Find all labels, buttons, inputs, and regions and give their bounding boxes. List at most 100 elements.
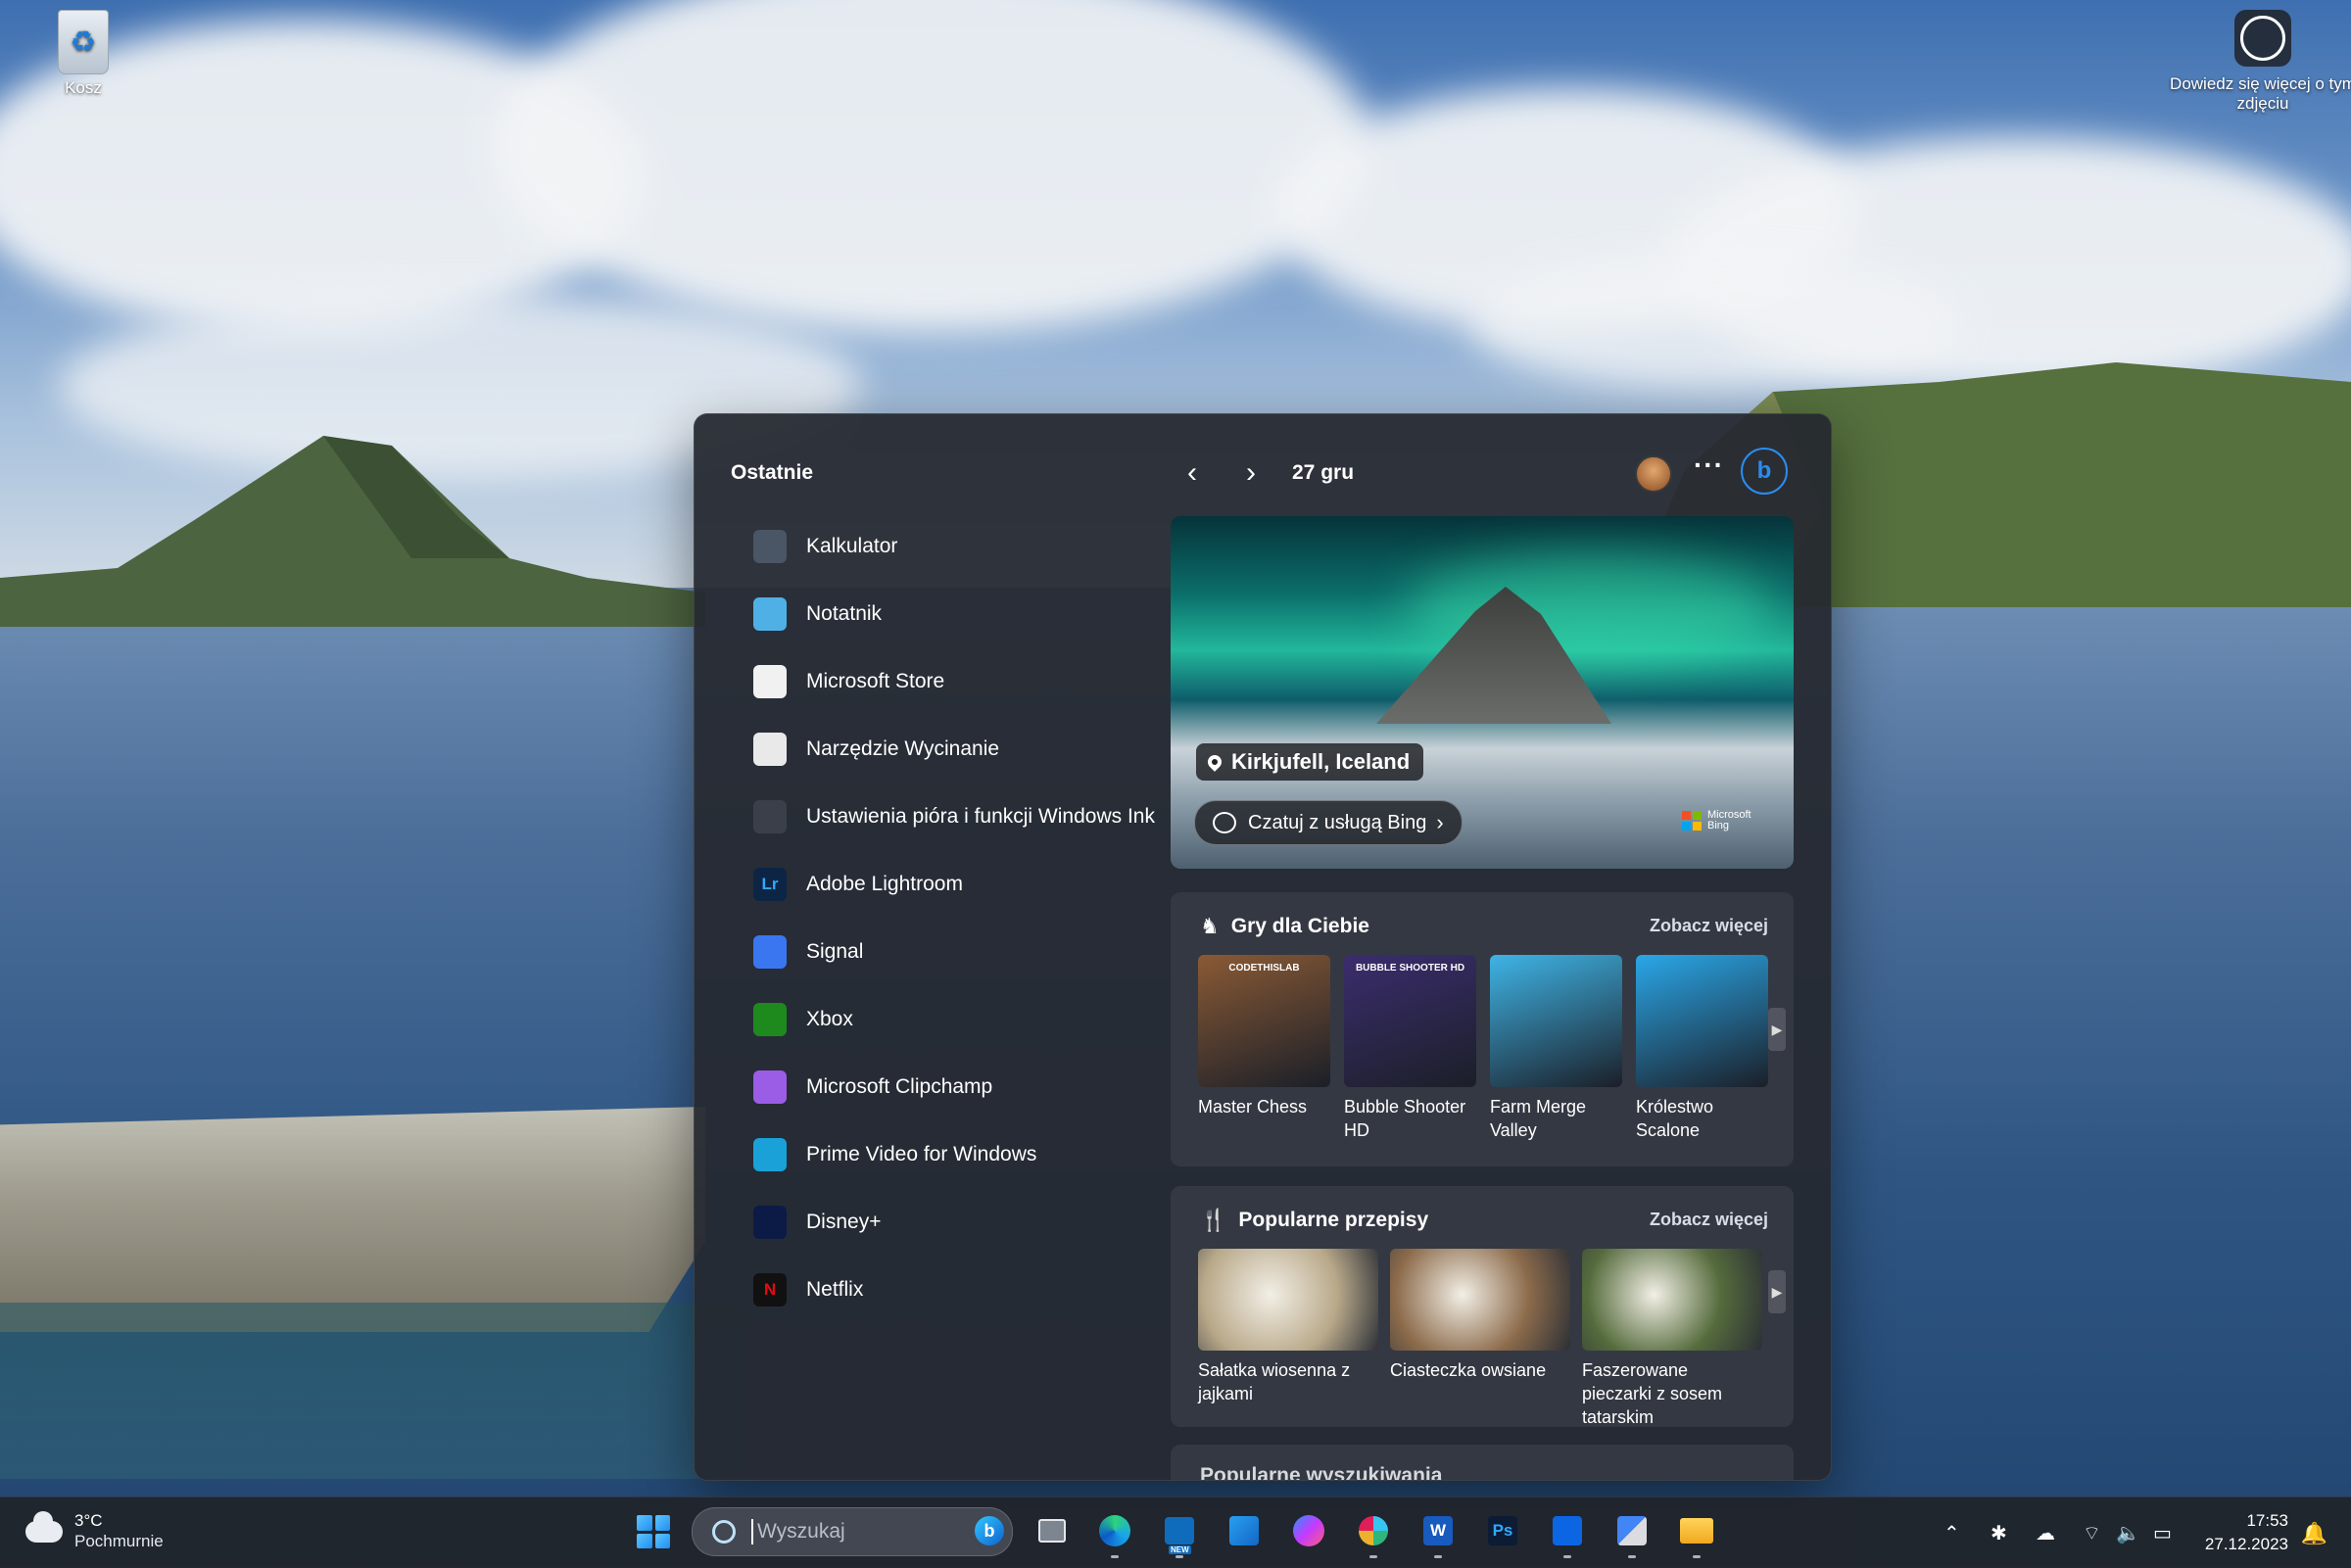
recent-app-label: Disney+	[806, 1210, 882, 1233]
system-clock[interactable]: 17:53 27.12.2023	[2205, 1509, 2288, 1556]
messenger-icon[interactable]	[1287, 1509, 1330, 1552]
game-thumbnail: BUBBLE SHOOTER HD	[1344, 955, 1476, 1087]
widgets-panel: Ostatnie Kalkulator Notatnik Microsoft Sto…	[694, 413, 1832, 1481]
snipping-tool-icon	[753, 732, 787, 766]
game-tile[interactable]: CODETHISLAB Master Chess	[1198, 955, 1330, 1142]
games-see-more-link[interactable]: Zobacz więcej	[1650, 916, 1768, 936]
search-input[interactable]	[751, 1519, 975, 1544]
recent-app-item[interactable]: Disney+	[724, 1188, 1116, 1256]
weather-widget-button[interactable]: 3°C Pochmurnie	[25, 1511, 164, 1552]
volume-icon[interactable]: 🔈	[2116, 1497, 2140, 1568]
game-title: Master Chess	[1198, 1097, 1308, 1117]
recent-app-item[interactable]: Microsoft Store	[724, 647, 1116, 715]
google-translate-icon[interactable]	[1610, 1509, 1654, 1558]
recent-apps-title: Ostatnie	[731, 461, 814, 484]
recipe-thumbnail	[1390, 1249, 1570, 1351]
recent-app-item[interactable]: Ustawienia pióra i funkcji Windows Ink	[724, 783, 1155, 850]
photoshop-icon[interactable]: Ps	[1481, 1509, 1524, 1552]
recent-app-label: Signal	[806, 939, 864, 963]
recent-app-item[interactable]: Microsoft Clipchamp	[724, 1053, 1116, 1120]
recipe-tile[interactable]: Ciasteczka owsiane	[1390, 1249, 1570, 1429]
recipe-thumbnail	[1198, 1249, 1378, 1351]
slack-tray-icon[interactable]: ✱	[1991, 1497, 2007, 1568]
recipe-tile[interactable]: Sałatka wiosenna z jajkami	[1198, 1249, 1378, 1429]
show-hidden-icons-chevron-icon[interactable]: ⌃	[1943, 1497, 1960, 1568]
recipe-title: Faszerowane pieczarki z sosem tatarskim	[1582, 1360, 1723, 1427]
clock-date: 27.12.2023	[2204, 1535, 2288, 1553]
recent-app-item[interactable]: Kalkulator	[724, 512, 1116, 580]
recipe-tile[interactable]: Faszerowane pieczarki z sosem tatarskim	[1582, 1249, 1762, 1429]
recent-app-label: Notatnik	[806, 601, 883, 625]
recent-app-item[interactable]: Prime Video for Windows	[724, 1120, 1116, 1188]
recent-app-item[interactable]: Lr Adobe Lightroom	[724, 850, 1116, 918]
outlook-new-icon[interactable]: NEW	[1158, 1509, 1201, 1558]
bing-search-icon[interactable]: b	[975, 1516, 1004, 1545]
location-pill[interactable]: Kirkjufell, Iceland	[1196, 743, 1424, 781]
popular-searches-card: Popularne wyszukiwania	[1171, 1445, 1794, 1481]
edge-icon[interactable]	[1093, 1509, 1136, 1558]
learn-about-picture-desktop-icon[interactable]: Dowiedz się więcej o tym zdjęciu	[2165, 10, 2351, 114]
recent-app-item[interactable]: Narzędzie Wycinanie	[724, 715, 1116, 783]
recent-app-label: Narzędzie Wycinanie	[806, 736, 1000, 760]
game-thumbnail: CODETHISLAB	[1198, 955, 1330, 1087]
task-view-icon[interactable]	[1031, 1509, 1074, 1552]
recent-app-item[interactable]: N Netflix	[724, 1256, 1116, 1323]
user-avatar[interactable]	[1635, 455, 1672, 493]
start-button[interactable]	[637, 1515, 670, 1548]
left-island-mountain	[0, 436, 705, 627]
recipes-see-more-link[interactable]: Zobacz więcej	[1650, 1210, 1768, 1230]
recycle-bin-desktop-icon[interactable]: ♻ Kosz	[39, 10, 127, 98]
taskbar-search-box[interactable]: b	[692, 1507, 1013, 1556]
bing-chat-icon[interactable]: b	[1741, 448, 1788, 495]
cloud-weather-icon	[25, 1511, 63, 1543]
store-icon	[753, 664, 787, 698]
game-tile[interactable]: BUBBLE SHOOTER HD Bubble Shooter HD	[1344, 955, 1476, 1142]
microsoft-store-taskbar-icon[interactable]	[1223, 1509, 1266, 1552]
xbox-icon	[753, 1002, 787, 1036]
games-card: ♞ Gry dla Ciebie Zobacz więcej CODETHISL…	[1171, 892, 1794, 1166]
recent-app-item[interactable]: Xbox	[724, 985, 1116, 1053]
game-title: Bubble Shooter HD	[1344, 1097, 1466, 1140]
recent-app-item[interactable]: Signal	[724, 918, 1116, 985]
recipes-scroll-right-icon[interactable]: ▶	[1768, 1270, 1786, 1313]
stone-pier	[0, 1107, 705, 1332]
file-explorer-icon[interactable]	[1675, 1509, 1718, 1558]
onedrive-cloud-icon[interactable]: ☁	[2036, 1497, 2055, 1568]
recipe-title: Ciasteczka owsiane	[1390, 1360, 1547, 1380]
next-day-chevron-icon[interactable]: ›	[1233, 455, 1269, 491]
bing-image-of-the-day[interactable]: Kirkjufell, Iceland Czatuj z usługą Bing…	[1171, 516, 1794, 869]
slack-icon[interactable]	[1352, 1509, 1395, 1558]
chat-with-bing-button[interactable]: Czatuj z usługą Bing ›	[1194, 800, 1463, 845]
word-icon[interactable]: W	[1416, 1509, 1460, 1558]
wifi-icon[interactable]: ⌔	[2083, 1497, 2101, 1568]
game-tile[interactable]: Farm Merge Valley	[1490, 955, 1622, 1142]
recent-app-label: Prime Video for Windows	[806, 1142, 1037, 1165]
microsoft-logo-icon	[1682, 811, 1702, 831]
recipe-tiles: Sałatka wiosenna z jajkami Ciasteczka ows…	[1198, 1249, 1762, 1429]
trello-icon[interactable]	[1546, 1509, 1589, 1558]
previous-day-chevron-icon[interactable]: ‹	[1175, 455, 1210, 491]
clock-time: 17:53	[2246, 1511, 2288, 1530]
netflix-icon: N	[753, 1272, 787, 1307]
battery-icon[interactable]: ▭	[2153, 1497, 2172, 1568]
more-options-icon[interactable]: ···	[1694, 450, 1724, 481]
recent-app-item[interactable]: Notatnik	[724, 580, 1116, 647]
weather-temperature: 3°C	[74, 1511, 103, 1530]
microsoft-bing-logo: Microsoft Bing	[1682, 810, 1751, 832]
widget-date: 27 gru	[1292, 461, 1355, 484]
game-thumbnail	[1490, 955, 1622, 1087]
recent-apps-list: Kalkulator Notatnik Microsoft Store Narzędz…	[724, 512, 1155, 1323]
recent-app-label: Microsoft Store	[806, 669, 945, 692]
recent-app-label: Ustawienia pióra i funkcji Windows Ink	[806, 804, 1155, 828]
games-scroll-right-icon[interactable]: ▶	[1768, 1008, 1786, 1051]
brand-line-2: Bing	[1707, 820, 1730, 832]
learn-about-picture-label: Dowiedz się więcej o tym zdjęciu	[2170, 74, 2351, 113]
disney-plus-icon	[753, 1205, 787, 1239]
notification-bell-icon[interactable]: 🔔	[2301, 1521, 2327, 1546]
recent-app-label: Kalkulator	[806, 534, 898, 557]
game-tile[interactable]: Królestwo Scalone	[1636, 955, 1768, 1142]
prime-video-icon	[753, 1137, 787, 1171]
game-thumbnail-badge: CODETHISLAB	[1228, 963, 1300, 974]
popular-searches-title: Popularne wyszukiwania	[1200, 1464, 1443, 1481]
recycle-bin-label: Kosz	[65, 78, 102, 97]
